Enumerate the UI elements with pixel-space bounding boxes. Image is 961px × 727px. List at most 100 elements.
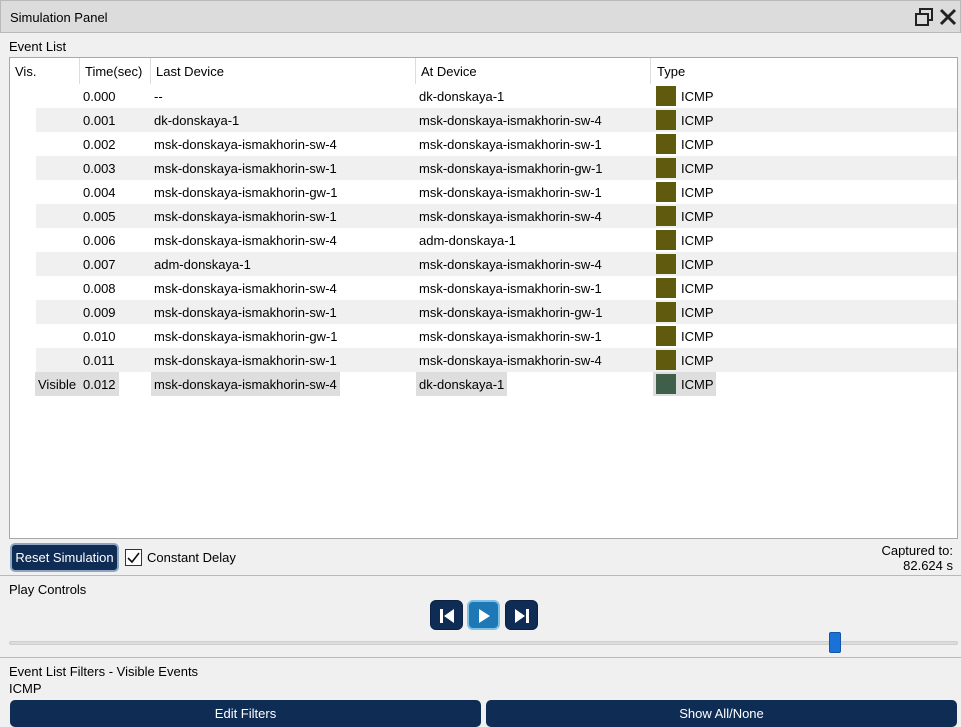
cell-type: ICMP (681, 185, 714, 200)
cell-vis: Visible (38, 377, 77, 392)
cell-type: ICMP (681, 281, 714, 296)
captured-to-value: 82.624 s (903, 558, 953, 573)
table-row[interactable]: 0.010 msk-donskaya-ismakhorin-gw-1 msk-don… (10, 324, 957, 348)
type-color-swatch (656, 110, 676, 130)
cell-at-device: msk-donskaya-ismakhorin-sw-4 (419, 209, 602, 224)
column-header-at-device[interactable]: At Device (416, 58, 651, 84)
window-title: Simulation Panel (10, 10, 108, 25)
cell-at-device: msk-donskaya-ismakhorin-gw-1 (419, 305, 603, 320)
table-row[interactable]: 0.008 msk-donskaya-ismakhorin-sw-4 msk-don… (10, 276, 957, 300)
play-controls-label: Play Controls (9, 582, 87, 597)
cell-at-device: msk-donskaya-ismakhorin-sw-4 (419, 353, 602, 368)
filters-label: Event List Filters - Visible Events (9, 664, 199, 679)
playback-slider-thumb[interactable] (829, 632, 841, 653)
column-header-last-device[interactable]: Last Device (151, 58, 416, 84)
show-all-none-button[interactable]: Show All/None (486, 700, 957, 727)
cell-type: ICMP (681, 137, 714, 152)
event-list-label: Event List (9, 39, 67, 54)
cell-at-device: msk-donskaya-ismakhorin-sw-4 (419, 113, 602, 128)
column-header-vis[interactable]: Vis. (10, 58, 80, 84)
table-row[interactable]: 0.000 -- dk-donskaya-1 ICMP (10, 84, 957, 108)
cell-last-device: msk-donskaya-ismakhorin-sw-1 (154, 161, 337, 176)
cell-last-device: msk-donskaya-ismakhorin-sw-4 (154, 137, 337, 152)
cell-time: 0.002 (83, 137, 116, 152)
reset-simulation-button[interactable]: Reset Simulation (10, 543, 119, 572)
table-row[interactable]: 0.007 adm-donskaya-1 msk-donskaya-ismakhor… (10, 252, 957, 276)
cell-last-device: msk-donskaya-ismakhorin-sw-1 (154, 209, 337, 224)
cell-type: ICMP (681, 329, 714, 344)
cell-time: 0.007 (83, 257, 116, 272)
cell-time: 0.000 (83, 89, 116, 104)
play-button[interactable] (467, 600, 500, 630)
filters-value: ICMP (9, 681, 42, 696)
type-color-swatch (656, 134, 676, 154)
table-row[interactable]: 0.004 msk-donskaya-ismakhorin-gw-1 msk-don… (10, 180, 957, 204)
cell-time: 0.006 (83, 233, 116, 248)
cell-at-device: msk-donskaya-ismakhorin-sw-1 (419, 329, 602, 344)
cell-type: ICMP (681, 257, 714, 272)
column-header-type[interactable]: Type (651, 58, 957, 84)
skip-back-icon (440, 609, 454, 623)
cell-time: 0.010 (83, 329, 116, 344)
cell-type: ICMP (681, 161, 714, 176)
cell-last-device: msk-donskaya-ismakhorin-gw-1 (154, 185, 338, 200)
cell-last-device: msk-donskaya-ismakhorin-sw-4 (154, 377, 337, 392)
close-icon[interactable] (937, 6, 959, 28)
table-row[interactable]: 0.002 msk-donskaya-ismakhorin-sw-4 msk-don… (10, 132, 957, 156)
cell-last-device: -- (154, 89, 163, 104)
cell-last-device: msk-donskaya-ismakhorin-sw-1 (154, 305, 337, 320)
cell-last-device: msk-donskaya-ismakhorin-sw-4 (154, 281, 337, 296)
cell-last-device: msk-donskaya-ismakhorin-sw-1 (154, 353, 337, 368)
cell-at-device: msk-donskaya-ismakhorin-gw-1 (419, 161, 603, 176)
type-color-swatch (656, 86, 676, 106)
type-color-swatch (656, 230, 676, 250)
cell-time: 0.012 (83, 377, 116, 392)
title-bar: Simulation Panel (0, 0, 961, 33)
cell-type: ICMP (681, 209, 714, 224)
type-color-swatch (656, 206, 676, 226)
cell-time: 0.001 (83, 113, 116, 128)
constant-delay-checkbox[interactable] (125, 549, 142, 566)
cell-type: ICMP (681, 353, 714, 368)
cell-time: 0.005 (83, 209, 116, 224)
event-list-table[interactable]: Vis. Time(sec) Last Device At Device Typ… (9, 57, 958, 539)
cell-last-device: dk-donskaya-1 (154, 113, 240, 128)
divider (0, 657, 961, 658)
table-row[interactable]: 0.005 msk-donskaya-ismakhorin-sw-1 msk-don… (10, 204, 957, 228)
cell-type: ICMP (681, 233, 714, 248)
table-row[interactable]: 0.001 dk-donskaya-1 msk-donskaya-ismakhori… (10, 108, 957, 132)
cell-time: 0.008 (83, 281, 116, 296)
table-row[interactable]: 0.011 msk-donskaya-ismakhorin-sw-1 msk-don… (10, 348, 957, 372)
type-color-swatch (656, 254, 676, 274)
divider (0, 575, 961, 576)
play-icon (479, 609, 490, 623)
cell-type: ICMP (681, 305, 714, 320)
type-color-swatch (656, 326, 676, 346)
type-color-swatch (656, 374, 676, 394)
constant-delay-label: Constant Delay (147, 550, 236, 565)
cell-at-device: msk-donskaya-ismakhorin-sw-1 (419, 137, 602, 152)
skip-back-button[interactable] (430, 600, 463, 630)
cell-at-device: msk-donskaya-ismakhorin-sw-1 (419, 281, 602, 296)
playback-slider-track[interactable] (9, 641, 958, 645)
edit-filters-button[interactable]: Edit Filters (10, 700, 481, 727)
cell-type: ICMP (681, 113, 714, 128)
table-row[interactable]: 0.006 msk-donskaya-ismakhorin-sw-4 adm-don… (10, 228, 957, 252)
skip-forward-icon (515, 609, 529, 623)
table-row[interactable]: Visible 0.012 msk-donskaya-ismakhorin-sw-4… (10, 372, 957, 396)
type-color-swatch (656, 182, 676, 202)
cell-at-device: msk-donskaya-ismakhorin-sw-1 (419, 185, 602, 200)
table-header: Vis. Time(sec) Last Device At Device Typ… (10, 58, 957, 84)
cell-type: ICMP (681, 89, 714, 104)
cell-last-device: adm-donskaya-1 (154, 257, 251, 272)
cell-time: 0.011 (83, 353, 115, 368)
table-row[interactable]: 0.009 msk-donskaya-ismakhorin-sw-1 msk-don… (10, 300, 957, 324)
cell-at-device: dk-donskaya-1 (419, 377, 505, 392)
skip-forward-button[interactable] (505, 600, 538, 630)
table-row[interactable]: 0.003 msk-donskaya-ismakhorin-sw-1 msk-don… (10, 156, 957, 180)
restore-icon[interactable] (914, 6, 936, 28)
cell-last-device: msk-donskaya-ismakhorin-sw-4 (154, 233, 337, 248)
cell-type: ICMP (681, 377, 714, 392)
column-header-time[interactable]: Time(sec) (80, 58, 151, 84)
cell-at-device: msk-donskaya-ismakhorin-sw-4 (419, 257, 602, 272)
